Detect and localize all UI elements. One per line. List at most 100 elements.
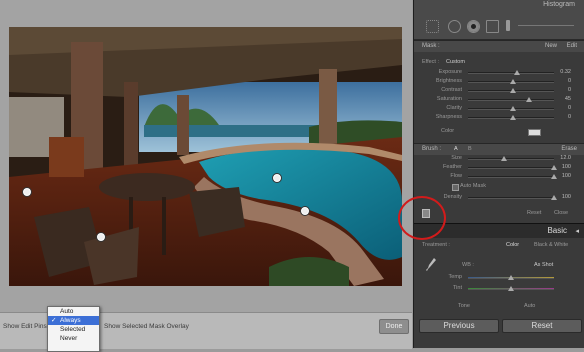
density-value: 100 (561, 194, 571, 200)
slider-knob[interactable] (526, 97, 532, 102)
show-edit-pins-label: Show Edit Pins : (3, 323, 51, 330)
edit-pins-dropdown-menu: Auto ✓ Always Selected Never (47, 306, 100, 352)
effect-preset-dropdown[interactable]: Custom (446, 59, 465, 65)
spot-removal-icon[interactable] (448, 20, 461, 33)
wb-dropdown[interactable]: As Shot (534, 262, 553, 268)
mask-edit-button[interactable]: Edit (567, 43, 577, 49)
sliders-label: Saturation (436, 96, 462, 102)
color-label: Color (441, 128, 455, 134)
slider-knob[interactable] (551, 174, 557, 179)
slider-knob[interactable] (510, 79, 516, 84)
brush_sliders-value: 12.0 (560, 155, 571, 161)
previous-button[interactable]: Previous (419, 319, 499, 333)
slider-knob[interactable] (501, 156, 507, 161)
auto-mask-label: Auto Mask (460, 183, 486, 189)
done-button[interactable]: Done (379, 319, 409, 334)
sliders-track[interactable] (468, 115, 554, 120)
reset-link[interactable]: Reset (527, 210, 541, 216)
reset-button[interactable]: Reset (502, 319, 582, 333)
brush_sliders-value: 100 (561, 164, 571, 170)
sliders-label: Brightness (436, 78, 462, 84)
brush-a-tab[interactable]: A (454, 146, 458, 152)
tool-slider[interactable] (518, 25, 574, 26)
sliders-value: 0 (567, 87, 571, 93)
edit-pin[interactable] (22, 187, 32, 197)
sliders-value: 45 (564, 96, 571, 102)
slider-knob[interactable] (508, 286, 514, 291)
wb-label: WB : (462, 262, 474, 268)
treatment-bw-option[interactable]: Black & White (534, 242, 568, 248)
menu-item-auto[interactable]: Auto (48, 307, 99, 316)
menu-item-selected[interactable]: Selected (48, 325, 99, 334)
slider-knob[interactable] (510, 88, 516, 93)
sliders-track[interactable] (468, 79, 554, 84)
close-link[interactable]: Close (554, 210, 568, 216)
develop-right-panel: Histogram Mask : New Edit Effect : Custo… (413, 0, 584, 348)
highlight-annotation-circle (398, 196, 446, 240)
brush-b-tab[interactable]: B (468, 146, 472, 152)
sliders-label: Exposure (438, 69, 462, 75)
sliders-value: 0 (567, 105, 571, 111)
checkmark-icon: ✓ (51, 317, 57, 324)
slider-knob[interactable] (510, 106, 516, 111)
slider-knob[interactable] (551, 165, 557, 170)
sliders-value: 0.32 (560, 69, 571, 75)
sliders-label: Sharpness (435, 114, 462, 120)
mask-label: Mask : (422, 43, 440, 49)
graduated-filter-icon[interactable] (486, 20, 499, 33)
treatment-color-option[interactable]: Color (506, 242, 519, 248)
slider-knob[interactable] (514, 70, 520, 75)
basic-title: Basic (547, 226, 567, 235)
tool-strip (414, 13, 584, 40)
sliders-track[interactable] (468, 106, 554, 111)
tone-auto-button[interactable]: Auto (524, 303, 535, 309)
histogram-title: Histogram (543, 1, 575, 8)
brush_sliders-track[interactable] (468, 156, 554, 161)
photo-canvas[interactable] (9, 27, 402, 286)
collapse-triangle-icon[interactable]: ◂ (575, 227, 579, 235)
image-view: Show Edit Pins : Show Selected Mask Over… (0, 0, 412, 352)
brush_sliders-label: Flow (450, 173, 462, 179)
sliders-label: Contrast (441, 87, 462, 93)
mask-row: Mask : New Edit (414, 40, 584, 52)
brush-label: Brush : (422, 146, 442, 152)
tone-label: Tone (458, 303, 470, 309)
auto-mask-checkbox[interactable] (452, 184, 459, 191)
color-swatch[interactable] (528, 129, 541, 136)
slider-knob[interactable] (551, 195, 557, 200)
show-mask-overlay-checkbox[interactable]: Show Selected Mask Overlay (104, 323, 189, 330)
brush-row: Brush : A B Erase (414, 143, 584, 155)
sliders-track[interactable] (468, 97, 554, 102)
sliders-track[interactable] (468, 88, 554, 93)
sliders-track[interactable] (468, 70, 554, 75)
brush_sliders-track[interactable] (468, 165, 557, 170)
white-balance-eyedropper-icon[interactable] (426, 258, 436, 272)
temp-slider[interactable] (468, 275, 554, 280)
brush_sliders-label: Feather (443, 164, 462, 170)
sliders-label: Clarity (446, 105, 462, 111)
mask-new-button[interactable]: New (545, 43, 557, 49)
slider-knob[interactable] (510, 115, 516, 120)
photo-image (9, 27, 402, 286)
effect-label: Effect : (422, 59, 440, 65)
tint-label: Tint (453, 285, 462, 291)
brush_sliders-label: Size (451, 155, 462, 161)
slider-knob[interactable] (508, 275, 514, 280)
crop-tool-icon[interactable] (426, 20, 439, 33)
density-slider[interactable] (468, 195, 557, 200)
edit-pin[interactable] (272, 173, 282, 183)
treatment-label: Treatment : (422, 242, 450, 248)
brush_sliders-track[interactable] (468, 174, 557, 179)
adjustment-brush-icon[interactable] (506, 20, 510, 31)
sliders-value: 0 (567, 114, 571, 120)
brush-erase-tab[interactable]: Erase (561, 146, 577, 152)
temp-label: Temp (448, 274, 462, 280)
brush_sliders-value: 100 (561, 173, 571, 179)
edit-pin[interactable] (96, 232, 106, 242)
menu-item-never[interactable]: Never (48, 334, 99, 343)
menu-item-always[interactable]: ✓ Always (48, 316, 99, 325)
red-eye-icon[interactable] (467, 20, 480, 33)
edit-pin[interactable] (300, 206, 310, 216)
tint-slider[interactable] (468, 286, 554, 291)
histogram-header: Histogram (414, 0, 584, 13)
